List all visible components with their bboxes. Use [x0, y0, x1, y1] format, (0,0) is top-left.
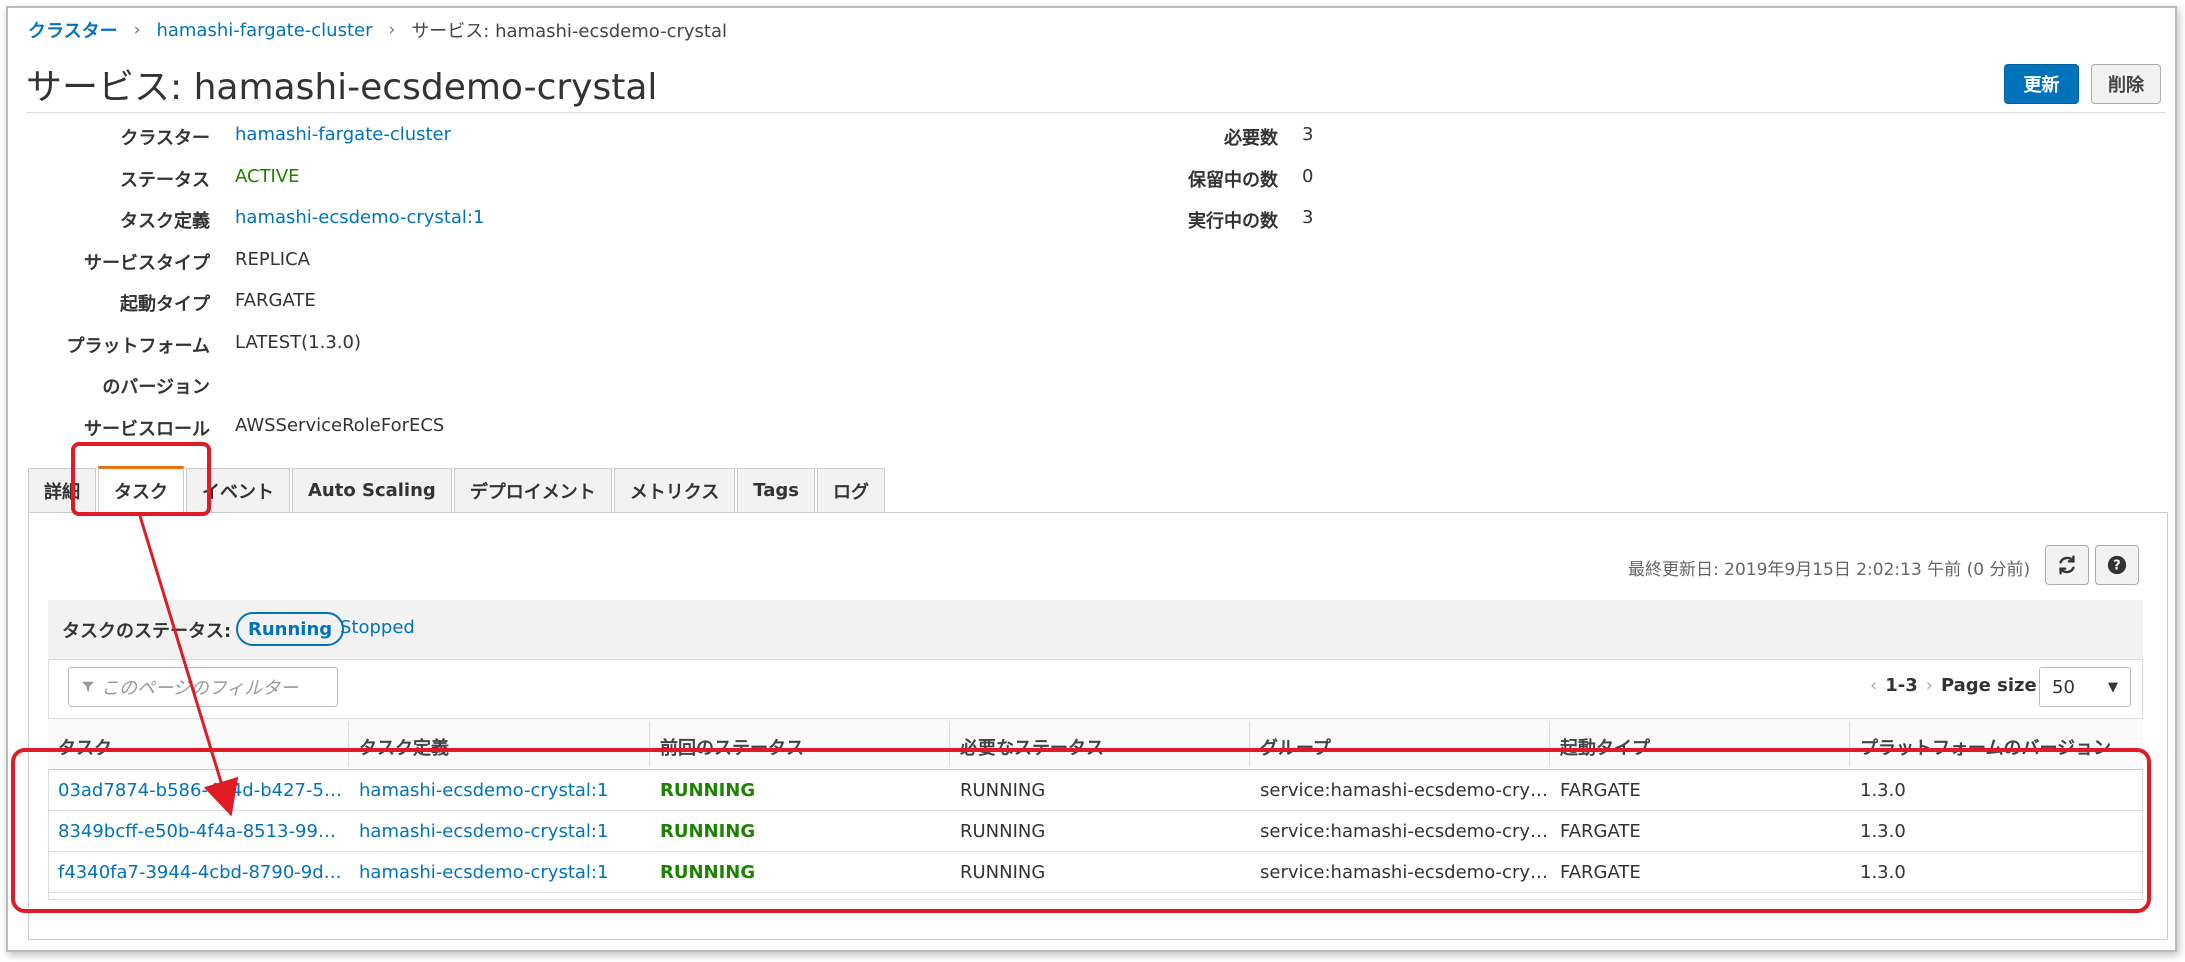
filter-icon	[82, 681, 94, 692]
pagination: ‹ 1-3 › Page size	[1862, 675, 2037, 696]
detail-label-service-role: サービスロール	[84, 419, 210, 440]
task-id-link[interactable]: f4340fa7-3944-4cbd-8790-9d2…	[48, 852, 346, 893]
last-status-cell: RUNNING	[660, 780, 756, 801]
detail-platform-version-value: LATEST(1.3.0)	[235, 332, 361, 353]
detail-label-desired-count: 必要数	[1224, 128, 1278, 149]
desired-status-cell: RUNNING	[960, 780, 1046, 801]
detail-label-platform: プラットフォーム	[66, 336, 210, 357]
detail-label-cluster: クラスター	[120, 128, 210, 149]
page-range: 1-3	[1885, 675, 1918, 696]
detail-label-service-type: サービスタイプ	[84, 253, 210, 274]
breadcrumb-clusters-link[interactable]: クラスター	[28, 17, 118, 43]
detail-label-launch-type: 起動タイプ	[120, 294, 210, 315]
tab-tasks[interactable]: タスク	[98, 466, 184, 512]
filter-input[interactable]: このページのフィルター	[68, 667, 338, 707]
delete-button[interactable]: 削除	[2091, 64, 2161, 104]
last-status-cell: RUNNING	[660, 821, 756, 842]
update-button[interactable]: 更新	[2004, 64, 2079, 104]
detail-desired-count-value: 3	[1302, 124, 1314, 145]
detail-label-task-definition: タスク定義	[120, 211, 210, 232]
task-id-link[interactable]: 8349bcff-e50b-4f4a-8513-999a…	[48, 811, 346, 852]
next-page-icon[interactable]: ›	[1926, 675, 1933, 696]
tab-bar: 詳細 タスク イベント Auto Scaling デプロイメント メトリクス T…	[28, 466, 887, 512]
svg-text:?: ?	[2113, 559, 2120, 574]
page-size-select[interactable]: 50 ▼	[2039, 667, 2131, 707]
help-icon: ?	[2107, 555, 2127, 575]
chevron-down-icon: ▼	[2108, 679, 2118, 695]
refresh-button[interactable]	[2045, 545, 2089, 585]
detail-label-pending-count: 保留中の数	[1188, 170, 1278, 191]
breadcrumb: クラスター › hamashi-fargate-cluster › サービス: …	[28, 17, 727, 43]
column-header-task-definition[interactable]: タスク定義	[349, 727, 649, 767]
detail-label-status: ステータス	[120, 170, 210, 191]
group-cell: service:hamashi-ecsdemo-crystal	[1260, 821, 1549, 842]
prev-page-icon[interactable]: ‹	[1870, 675, 1877, 696]
page-size-label: Page size	[1940, 675, 2037, 696]
tab-deployments[interactable]: デプロイメント	[453, 468, 612, 512]
task-id-link[interactable]: 03ad7874-b586-484d-b427-5b…	[48, 770, 346, 811]
page-size-value: 50	[2052, 676, 2075, 698]
detail-service-type-value: REPLICA	[235, 249, 310, 270]
detail-service-role-value: AWSServiceRoleForECS	[235, 415, 445, 436]
column-header-group[interactable]: グループ	[1250, 727, 1549, 767]
breadcrumb-current: サービス: hamashi-ecsdemo-crystal	[411, 21, 728, 42]
task-definition-link[interactable]: hamashi-ecsdemo-crystal:1	[349, 811, 649, 852]
launch-type-cell: FARGATE	[1560, 780, 1641, 801]
detail-cluster-link[interactable]: hamashi-fargate-cluster	[235, 124, 451, 145]
tab-auto-scaling[interactable]: Auto Scaling	[292, 468, 452, 512]
task-definition-link[interactable]: hamashi-ecsdemo-crystal:1	[349, 852, 649, 893]
platform-version-cell: 1.3.0	[1860, 780, 1906, 801]
desired-status-cell: RUNNING	[960, 821, 1046, 842]
task-status-label: タスクのステータス:	[62, 621, 232, 642]
column-header-last-status[interactable]: 前回のステータス	[650, 727, 949, 767]
detail-pending-count-value: 0	[1302, 166, 1314, 187]
tab-tags[interactable]: Tags	[737, 468, 815, 512]
tab-metrics[interactable]: メトリクス	[613, 468, 736, 512]
tab-logs[interactable]: ログ	[816, 468, 885, 512]
page-title: サービス: hamashi-ecsdemo-crystal	[26, 67, 658, 108]
breadcrumb-chevron-icon: ›	[133, 20, 141, 40]
launch-type-cell: FARGATE	[1560, 862, 1641, 883]
detail-label-platform-version: のバージョン	[102, 377, 210, 398]
tab-events[interactable]: イベント	[186, 468, 290, 512]
filter-stopped-link[interactable]: Stopped	[340, 617, 415, 638]
tab-details[interactable]: 詳細	[28, 468, 96, 512]
platform-version-cell: 1.3.0	[1860, 862, 1906, 883]
group-cell: service:hamashi-ecsdemo-crystal	[1260, 862, 1549, 883]
filter-running-toggle[interactable]: Running	[236, 612, 345, 646]
column-header-platform-version[interactable]: プラットフォームのバージョン	[1850, 727, 2143, 767]
filter-placeholder: このページのフィルター	[101, 678, 299, 699]
column-header-task[interactable]: タスク	[48, 727, 348, 767]
column-header-launch-type[interactable]: 起動タイプ	[1550, 727, 1849, 767]
group-cell: service:hamashi-ecsdemo-crystal	[1260, 780, 1549, 801]
detail-label-running-count: 実行中の数	[1188, 211, 1278, 232]
desired-status-cell: RUNNING	[960, 862, 1046, 883]
help-button[interactable]: ?	[2095, 545, 2139, 585]
platform-version-cell: 1.3.0	[1860, 821, 1906, 842]
last-updated-text: 最終更新日: 2019年9月15日 2:02:13 午前 (0 分前)	[1628, 560, 2031, 580]
launch-type-cell: FARGATE	[1560, 821, 1641, 842]
detail-status-value: ACTIVE	[235, 166, 300, 187]
detail-running-count-value: 3	[1302, 207, 1314, 228]
detail-launch-type-value: FARGATE	[235, 290, 316, 311]
title-divider	[26, 112, 2166, 113]
column-header-desired-status[interactable]: 必要なステータス	[950, 727, 1249, 767]
detail-task-definition-link[interactable]: hamashi-ecsdemo-crystal:1	[235, 207, 484, 228]
last-status-cell: RUNNING	[660, 862, 756, 883]
task-definition-link[interactable]: hamashi-ecsdemo-crystal:1	[349, 770, 649, 811]
refresh-icon	[2059, 555, 2075, 575]
breadcrumb-chevron-icon: ›	[388, 20, 396, 40]
breadcrumb-cluster-link[interactable]: hamashi-fargate-cluster	[156, 20, 372, 41]
